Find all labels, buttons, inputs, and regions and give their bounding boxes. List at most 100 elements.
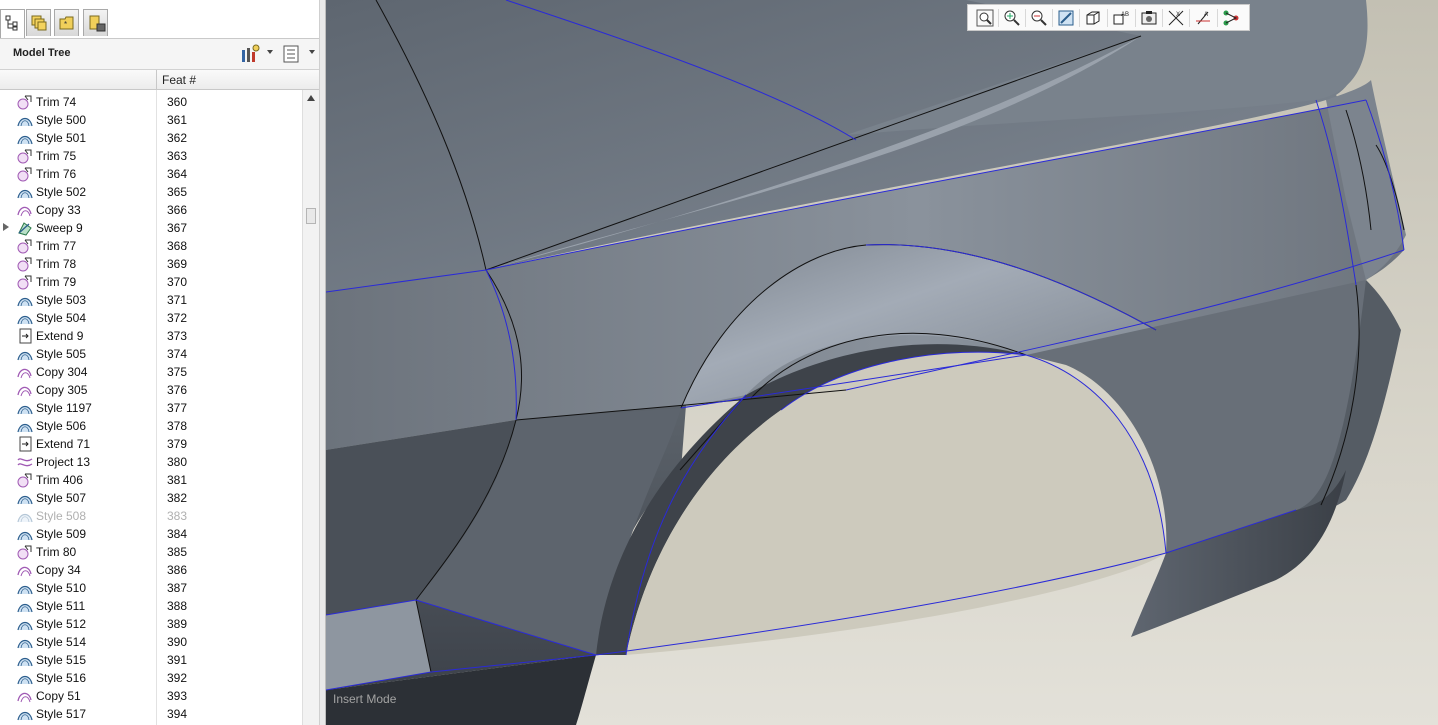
tree-row[interactable]: Style 515 391 (0, 651, 302, 669)
tree-row[interactable]: Trim 74 360 (0, 93, 302, 111)
saved-views-button[interactable]: AB (1110, 8, 1132, 28)
panel-splitter[interactable] (319, 0, 326, 725)
svg-text:A: A (1204, 12, 1208, 18)
style-icon (17, 418, 33, 434)
feature-name: Style 510 (36, 581, 87, 595)
feature-name: Sweep 9 (36, 221, 83, 235)
tab-model-tree[interactable] (0, 9, 25, 38)
tree-row[interactable]: Style 504 372 (0, 309, 302, 327)
style-icon (17, 112, 33, 128)
name-column-header[interactable] (0, 70, 157, 89)
feature-number: 383 (167, 509, 188, 523)
tree-row[interactable]: Style 514 390 (0, 633, 302, 651)
tree-row[interactable]: Style 505 374 (0, 345, 302, 363)
feature-name: Copy 305 (36, 383, 88, 397)
tree-row[interactable]: Style 507 382 (0, 489, 302, 507)
feature-name: Style 509 (36, 527, 87, 541)
tree-scrollbar[interactable] (302, 90, 320, 725)
layers-icon (31, 15, 47, 31)
tree-row[interactable]: Style 1197 377 (0, 399, 302, 417)
extend-icon (17, 436, 33, 452)
zoom-fit-button[interactable] (974, 8, 996, 28)
feature-name: Copy 304 (36, 365, 88, 379)
display-style-button[interactable] (1082, 8, 1104, 28)
tree-row[interactable]: Copy 34 386 (0, 561, 302, 579)
feat-column-header[interactable]: Feat # (162, 73, 196, 87)
tree-row[interactable]: Extend 71 379 (0, 435, 302, 453)
tree-row[interactable]: Style 511 388 (0, 597, 302, 615)
datum-planes-button[interactable]: X (1165, 8, 1187, 28)
trim-icon (17, 148, 33, 164)
settings-button[interactable] (239, 44, 261, 64)
trim-icon (17, 256, 33, 272)
feature-number: 372 (167, 311, 188, 325)
expand-arrow-icon[interactable] (3, 223, 9, 231)
feature-number: 369 (167, 257, 188, 271)
tree-row[interactable]: Style 510 387 (0, 579, 302, 597)
tree-column-header: Feat # (0, 70, 322, 90)
feature-name: Trim 79 (36, 275, 77, 289)
model-tree-list: Trim 74 360 Style 500 361 Style 501 362 Trim 7… (0, 90, 302, 725)
graphics-window[interactable]: AB X A Insert Mode (326, 0, 1438, 725)
tree-row[interactable]: Trim 76 364 (0, 165, 302, 183)
zoom-in-button[interactable] (1001, 8, 1023, 28)
feature-number: 378 (167, 419, 188, 433)
tree-row[interactable]: Style 508 383 (0, 507, 302, 525)
tree-row[interactable]: Project 13 380 (0, 453, 302, 471)
feature-name: Style 504 (36, 311, 87, 325)
view-manager-button[interactable] (1138, 8, 1160, 28)
folder-icon: * (59, 16, 74, 30)
zoom-out-button[interactable] (1028, 8, 1050, 28)
tree-row[interactable]: Style 501 362 (0, 129, 302, 147)
tree-row[interactable]: Trim 78 369 (0, 255, 302, 273)
settings-dropdown-icon[interactable] (267, 50, 273, 54)
tree-row[interactable]: Copy 33 366 (0, 201, 302, 219)
feature-name: Style 502 (36, 185, 87, 199)
tree-row[interactable]: Style 500 361 (0, 111, 302, 129)
feature-name: Style 508 (36, 509, 87, 523)
tree-row[interactable]: Style 516 392 (0, 669, 302, 687)
toolbar-separator (1025, 9, 1026, 27)
feature-number: 363 (167, 149, 188, 163)
tab-favorites[interactable] (83, 9, 108, 36)
feature-number: 381 (167, 473, 188, 487)
tab-folder-browser[interactable]: * (54, 9, 79, 36)
feature-number: 374 (167, 347, 188, 361)
datum-points-button[interactable] (1220, 8, 1242, 28)
feature-number: 389 (167, 617, 188, 631)
tree-row[interactable]: Style 502 365 (0, 183, 302, 201)
copy-icon (17, 202, 33, 218)
tree-row[interactable]: Trim 406 381 (0, 471, 302, 489)
tree-row[interactable]: Style 503 371 (0, 291, 302, 309)
feature-number: 385 (167, 545, 188, 559)
list-icon (283, 45, 299, 63)
feature-number: 362 (167, 131, 188, 145)
scroll-thumb[interactable] (306, 208, 316, 224)
tree-row[interactable]: Style 517 394 (0, 705, 302, 723)
toolbar-separator (1135, 9, 1136, 27)
show-button[interactable] (282, 44, 302, 64)
tree-row[interactable]: Trim 77 368 (0, 237, 302, 255)
scroll-up-icon[interactable] (307, 95, 315, 101)
tree-row[interactable]: Style 512 389 (0, 615, 302, 633)
style-icon (17, 184, 33, 200)
tree-row[interactable]: Style 506 378 (0, 417, 302, 435)
style-icon (17, 292, 33, 308)
tree-row[interactable]: Copy 304 375 (0, 363, 302, 381)
feature-number: 360 (167, 95, 188, 109)
datum-axes-button[interactable]: A (1192, 8, 1214, 28)
show-dropdown-icon[interactable] (309, 50, 315, 54)
tree-row[interactable]: Trim 79 370 (0, 273, 302, 291)
feature-name: Trim 80 (36, 545, 77, 559)
feature-name: Style 503 (36, 293, 87, 307)
tab-layers[interactable] (26, 9, 51, 36)
tree-row[interactable]: Copy 51 393 (0, 687, 302, 705)
tree-row[interactable]: Extend 9 373 (0, 327, 302, 345)
tree-row[interactable]: Sweep 9 367 (0, 219, 302, 237)
tree-row[interactable]: Copy 305 376 (0, 381, 302, 399)
tree-row[interactable]: Style 509 384 (0, 525, 302, 543)
tree-row[interactable]: Trim 75 363 (0, 147, 302, 165)
tree-row[interactable]: Trim 80 385 (0, 543, 302, 561)
trim-icon (17, 274, 33, 290)
repaint-button[interactable] (1055, 8, 1077, 28)
